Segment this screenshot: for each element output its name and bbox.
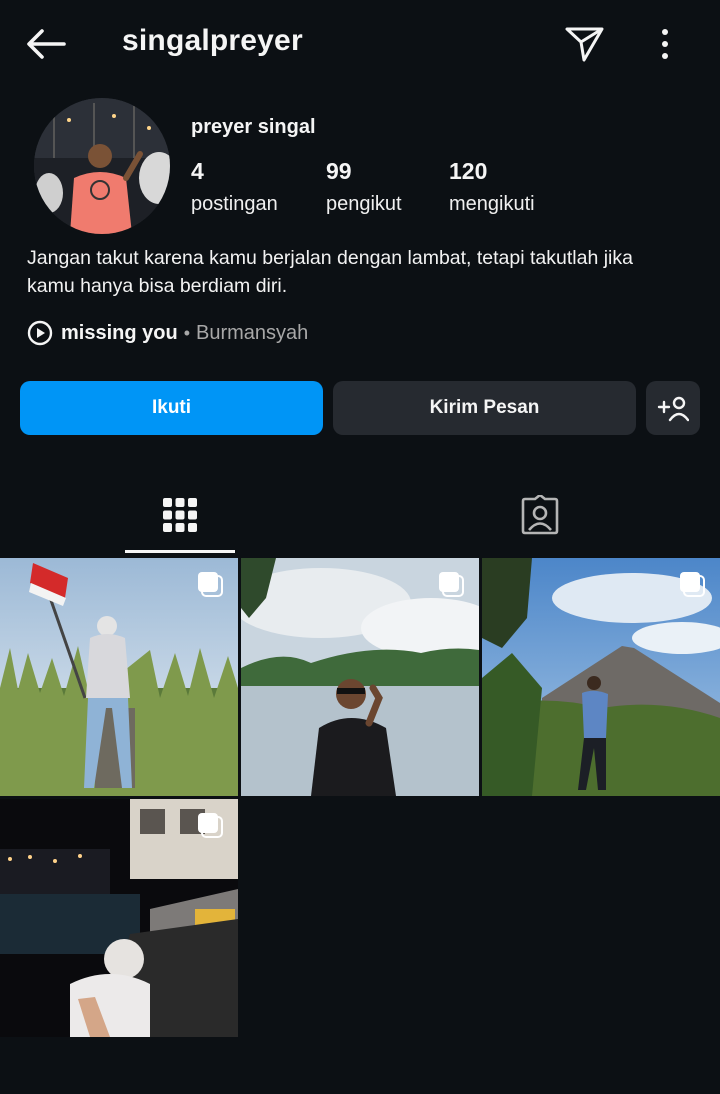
stat-value: 120 bbox=[449, 158, 488, 184]
back-button[interactable] bbox=[24, 26, 68, 62]
post-thumbnail[interactable] bbox=[0, 558, 238, 796]
stat-label: mengikuti bbox=[449, 193, 535, 215]
share-profile-button[interactable] bbox=[562, 22, 606, 66]
stat-posts[interactable]: 4 postingan bbox=[191, 158, 278, 216]
stat-value: 4 bbox=[191, 158, 204, 184]
post-thumbnail[interactable] bbox=[0, 799, 238, 1037]
music-artist: Burmansyah bbox=[196, 321, 309, 344]
stat-label: postingan bbox=[191, 193, 278, 215]
back-arrow-icon bbox=[27, 29, 66, 59]
more-options-button[interactable] bbox=[650, 24, 680, 64]
avatar-photo bbox=[34, 98, 170, 234]
bio: Jangan takut karena kamu berjalan dengan… bbox=[27, 244, 697, 300]
play-circle-icon bbox=[27, 320, 53, 346]
carousel-icon bbox=[198, 813, 223, 838]
more-vertical-icon bbox=[662, 29, 668, 59]
music-link[interactable]: missing you • Burmansyah bbox=[27, 318, 308, 348]
avatar[interactable] bbox=[34, 98, 170, 234]
page-title: singalpreyer bbox=[122, 24, 303, 57]
follow-button[interactable]: Ikuti bbox=[20, 381, 323, 435]
stat-label: pengikut bbox=[326, 193, 402, 215]
music-song: missing you bbox=[61, 321, 178, 344]
send-icon bbox=[565, 27, 604, 62]
profile-tabs bbox=[0, 476, 720, 556]
post-thumbnail[interactable] bbox=[482, 558, 720, 796]
active-tab-indicator bbox=[125, 550, 235, 553]
add-person-icon bbox=[657, 396, 689, 422]
tab-tagged[interactable] bbox=[484, 476, 596, 554]
tagged-icon bbox=[521, 495, 559, 535]
stat-followers[interactable]: 99 pengikut bbox=[326, 158, 402, 216]
tab-posts-grid[interactable] bbox=[124, 476, 236, 554]
post-thumbnail[interactable] bbox=[241, 558, 479, 796]
suggested-users-button[interactable] bbox=[646, 381, 700, 435]
message-button[interactable]: Kirim Pesan bbox=[333, 381, 636, 435]
carousel-icon bbox=[680, 572, 705, 597]
carousel-icon bbox=[198, 572, 223, 597]
stat-value: 99 bbox=[326, 158, 352, 184]
music-separator: • bbox=[183, 322, 191, 343]
bio-line: kamu hanya bisa berdiam diri. bbox=[27, 275, 288, 297]
stat-following[interactable]: 120 mengikuti bbox=[449, 158, 535, 216]
carousel-icon bbox=[439, 572, 464, 597]
grid-icon bbox=[163, 498, 197, 532]
top-bar: singalpreyer bbox=[0, 0, 720, 88]
display-name: preyer singal bbox=[191, 116, 316, 138]
bio-line: Jangan takut karena kamu berjalan dengan… bbox=[27, 247, 633, 269]
